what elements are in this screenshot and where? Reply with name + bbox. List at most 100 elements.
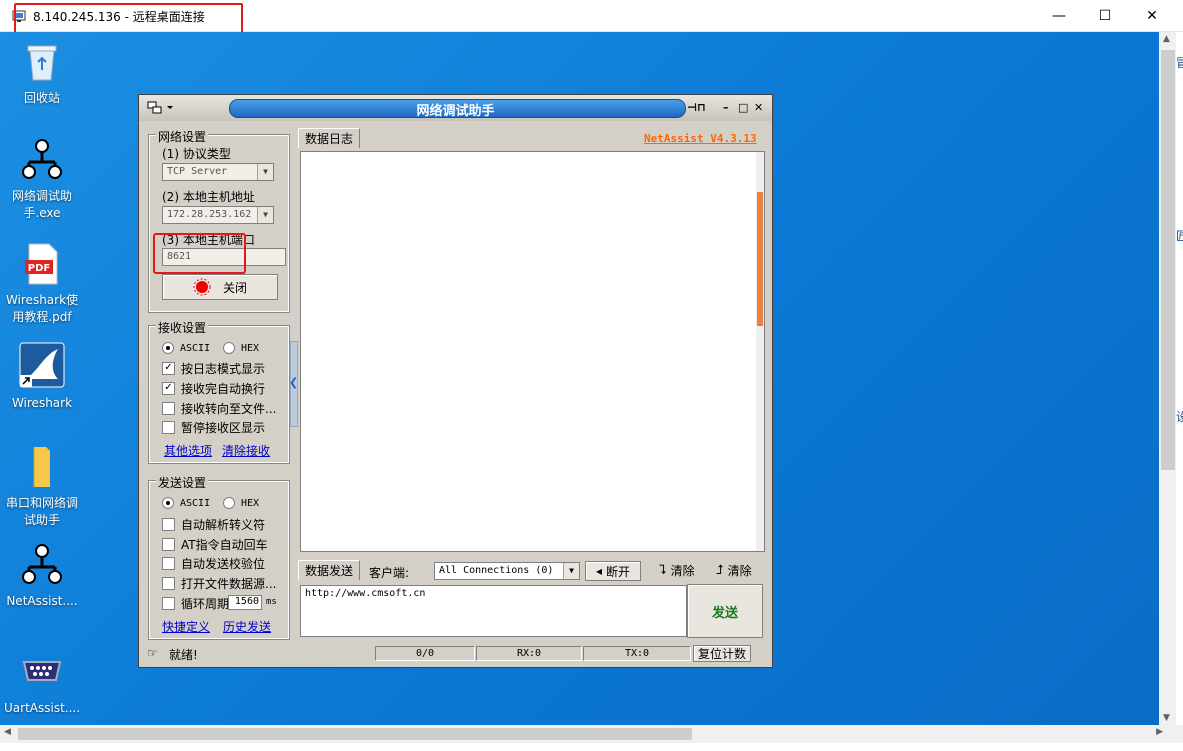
scroll-down-icon[interactable]: ▼ [1163,713,1170,723]
folder-icon [20,445,64,489]
send-history-link[interactable]: 历史发送 [223,618,271,635]
netassist-title: 网络调试助手 [416,104,495,119]
recycle-bin-icon [20,40,64,84]
scroll-up-icon[interactable]: ▲ [1163,34,1170,44]
checkbox-label: 打开文件数据源... [181,577,277,591]
log-scrollbar-thumb[interactable] [757,192,763,326]
clear-send-button[interactable]: ⮥ 清除 [716,562,752,579]
radio-label: ASCII [180,497,211,509]
desktop-icon-wireshark-pdf[interactable]: PDF Wireshark使用教程.pdf [4,242,80,326]
checkbox-empty-icon [162,402,175,415]
desktop-icon-wireshark[interactable]: Wireshark [4,341,80,412]
button-label: 发送 [711,605,738,621]
close-connection-button[interactable]: 关闭 [162,274,278,300]
recv-option-checkbox[interactable]: 暂停接收区显示 [162,419,265,436]
tab-label: 数据日志 [305,132,354,146]
net-settings-group: 网络设置 (1) 协议类型 TCP Server ▼ (2) 本地主机地址 17… [148,128,290,313]
desktop-icon-uartassist[interactable]: UartAssist.... [4,650,80,717]
recv-ascii-radio[interactable]: ASCII [162,342,210,354]
clear-arrow-icon: ⮥ [716,563,724,578]
log-scrollbar[interactable] [756,152,764,551]
checkbox-label: 暂停接收区显示 [181,421,266,435]
host-select[interactable]: 172.28.253.162 ▼ [162,206,274,224]
clear-receive-button[interactable]: ⮧ 清除 [659,562,695,579]
status-tx: TX:0 [583,646,691,661]
clipped-text: 冒 [1176,56,1183,70]
client-select[interactable]: All Connections (0) ▼ [434,562,580,580]
desktop-icon-netassist[interactable]: NetAssist.... [4,543,80,610]
send-option-checkbox[interactable]: 打开文件数据源... [162,575,276,592]
protocol-select[interactable]: TCP Server ▼ [162,163,274,181]
reset-counter-button[interactable]: 复位计数 [693,645,751,662]
close-button[interactable]: ✕ [1129,0,1175,31]
scroll-right-icon[interactable]: ▶ [1156,727,1163,737]
clipped-text: 设 [1176,410,1183,424]
client-select-value: All Connections (0) [439,565,554,576]
desktop-icon-label: NetAssist.... [6,594,78,608]
hand-icon: ☞ [147,646,158,660]
desktop-icon-label: 网络调试助手.exe [11,189,72,220]
recv-option-checkbox[interactable]: 接收转向至文件... [162,400,276,417]
checkbox-empty-icon [162,421,175,434]
checkbox-label: 循环周期 [181,597,230,611]
close-icon[interactable]: ✕ [754,101,763,114]
recv-option-checkbox[interactable]: ✓ 接收完自动换行 [162,380,265,397]
maximize-icon[interactable]: □ [738,101,748,114]
send-option-checkbox[interactable]: AT指令自动回车 [162,536,268,553]
receive-log-area[interactable] [300,151,765,552]
checkbox-label: 接收转向至文件... [181,402,277,416]
chevron-down-icon: ▼ [563,563,579,579]
horizontal-scrollbar[interactable]: ◀ ▶ [0,725,1183,743]
send-hex-radio[interactable]: HEX [223,497,259,509]
vertical-scrollbar-thumb[interactable] [1161,50,1175,470]
desktop-icon-recycle-bin[interactable]: 回收站 [4,40,80,107]
bottom-strip [0,743,1183,751]
checkbox-empty-icon [162,538,175,551]
group-title: 网络设置 [156,128,209,145]
send-ascii-radio[interactable]: ASCII [162,497,210,509]
tab-data-log[interactable]: 数据日志 [298,128,361,148]
protocol-label: (1) 协议类型 [162,147,231,161]
chevron-left-icon[interactable]: ❮ [289,376,298,389]
desktop-icon-netassist-exe[interactable]: 网络调试助手.exe [4,138,80,222]
desktop-icon-label: Wireshark使用教程.pdf [5,293,79,324]
disconnect-button[interactable]: ◂ 断开 [585,561,641,581]
checkbox-empty-icon [162,557,175,570]
clear-receive-link[interactable]: 清除接收 [222,442,270,459]
shortcut-define-link[interactable]: 快捷定义 [162,618,210,635]
netassist-icon [20,138,64,182]
send-button[interactable]: 发送 [687,584,763,638]
other-options-link[interactable]: 其他选项 [164,442,212,459]
button-label: 复位计数 [697,647,746,661]
tab-data-send[interactable]: 数据发送 [298,560,361,580]
minimize-button[interactable]: — [1036,0,1082,31]
checkbox-checked-icon: ✓ [162,382,175,395]
checkbox-label: 按日志模式显示 [181,362,266,376]
cycle-checkbox[interactable]: 循环周期 [162,595,229,612]
scroll-left-icon[interactable]: ◀ [4,727,11,737]
pin-icon[interactable]: ⊣⊓ [687,101,706,114]
host-label: (2) 本地主机地址 [162,190,255,204]
annotation-highlight-port [153,233,246,274]
recv-hex-radio[interactable]: HEX [223,342,259,354]
send-settings-group: 发送设置 ASCII HEX 自动解析转义符 AT指令自动回车 自动发送校验位 … [148,474,290,640]
send-input-value: http://www.cmsoft.cn [305,588,426,599]
desktop-icon-label: Wireshark [11,396,73,410]
send-option-checkbox[interactable]: 自动解析转义符 [162,516,265,533]
minimize-icon[interactable]: – [723,101,729,114]
maximize-button[interactable]: ☐ [1082,0,1128,31]
status-rx-text: RX:0 [516,648,542,659]
horizontal-scrollbar-thumb[interactable] [18,728,692,740]
chevron-down-icon: ▼ [257,164,273,180]
button-label: 清除 [727,564,752,578]
radio-label: HEX [241,342,260,354]
cycle-period-input[interactable]: 1560 [228,595,262,610]
netassist-icon [20,543,64,587]
recv-option-checkbox[interactable]: ✓ 按日志模式显示 [162,360,265,377]
desktop-icon-folder[interactable]: 串口和网络调试助手 [4,445,80,529]
send-input[interactable]: http://www.cmsoft.cn [300,585,687,637]
send-option-checkbox[interactable]: 自动发送校验位 [162,555,265,572]
serial-port-icon [20,650,64,694]
close-connection-label: 关闭 [222,280,247,295]
version-link[interactable]: NetAssist V4.3.13 [644,132,757,145]
